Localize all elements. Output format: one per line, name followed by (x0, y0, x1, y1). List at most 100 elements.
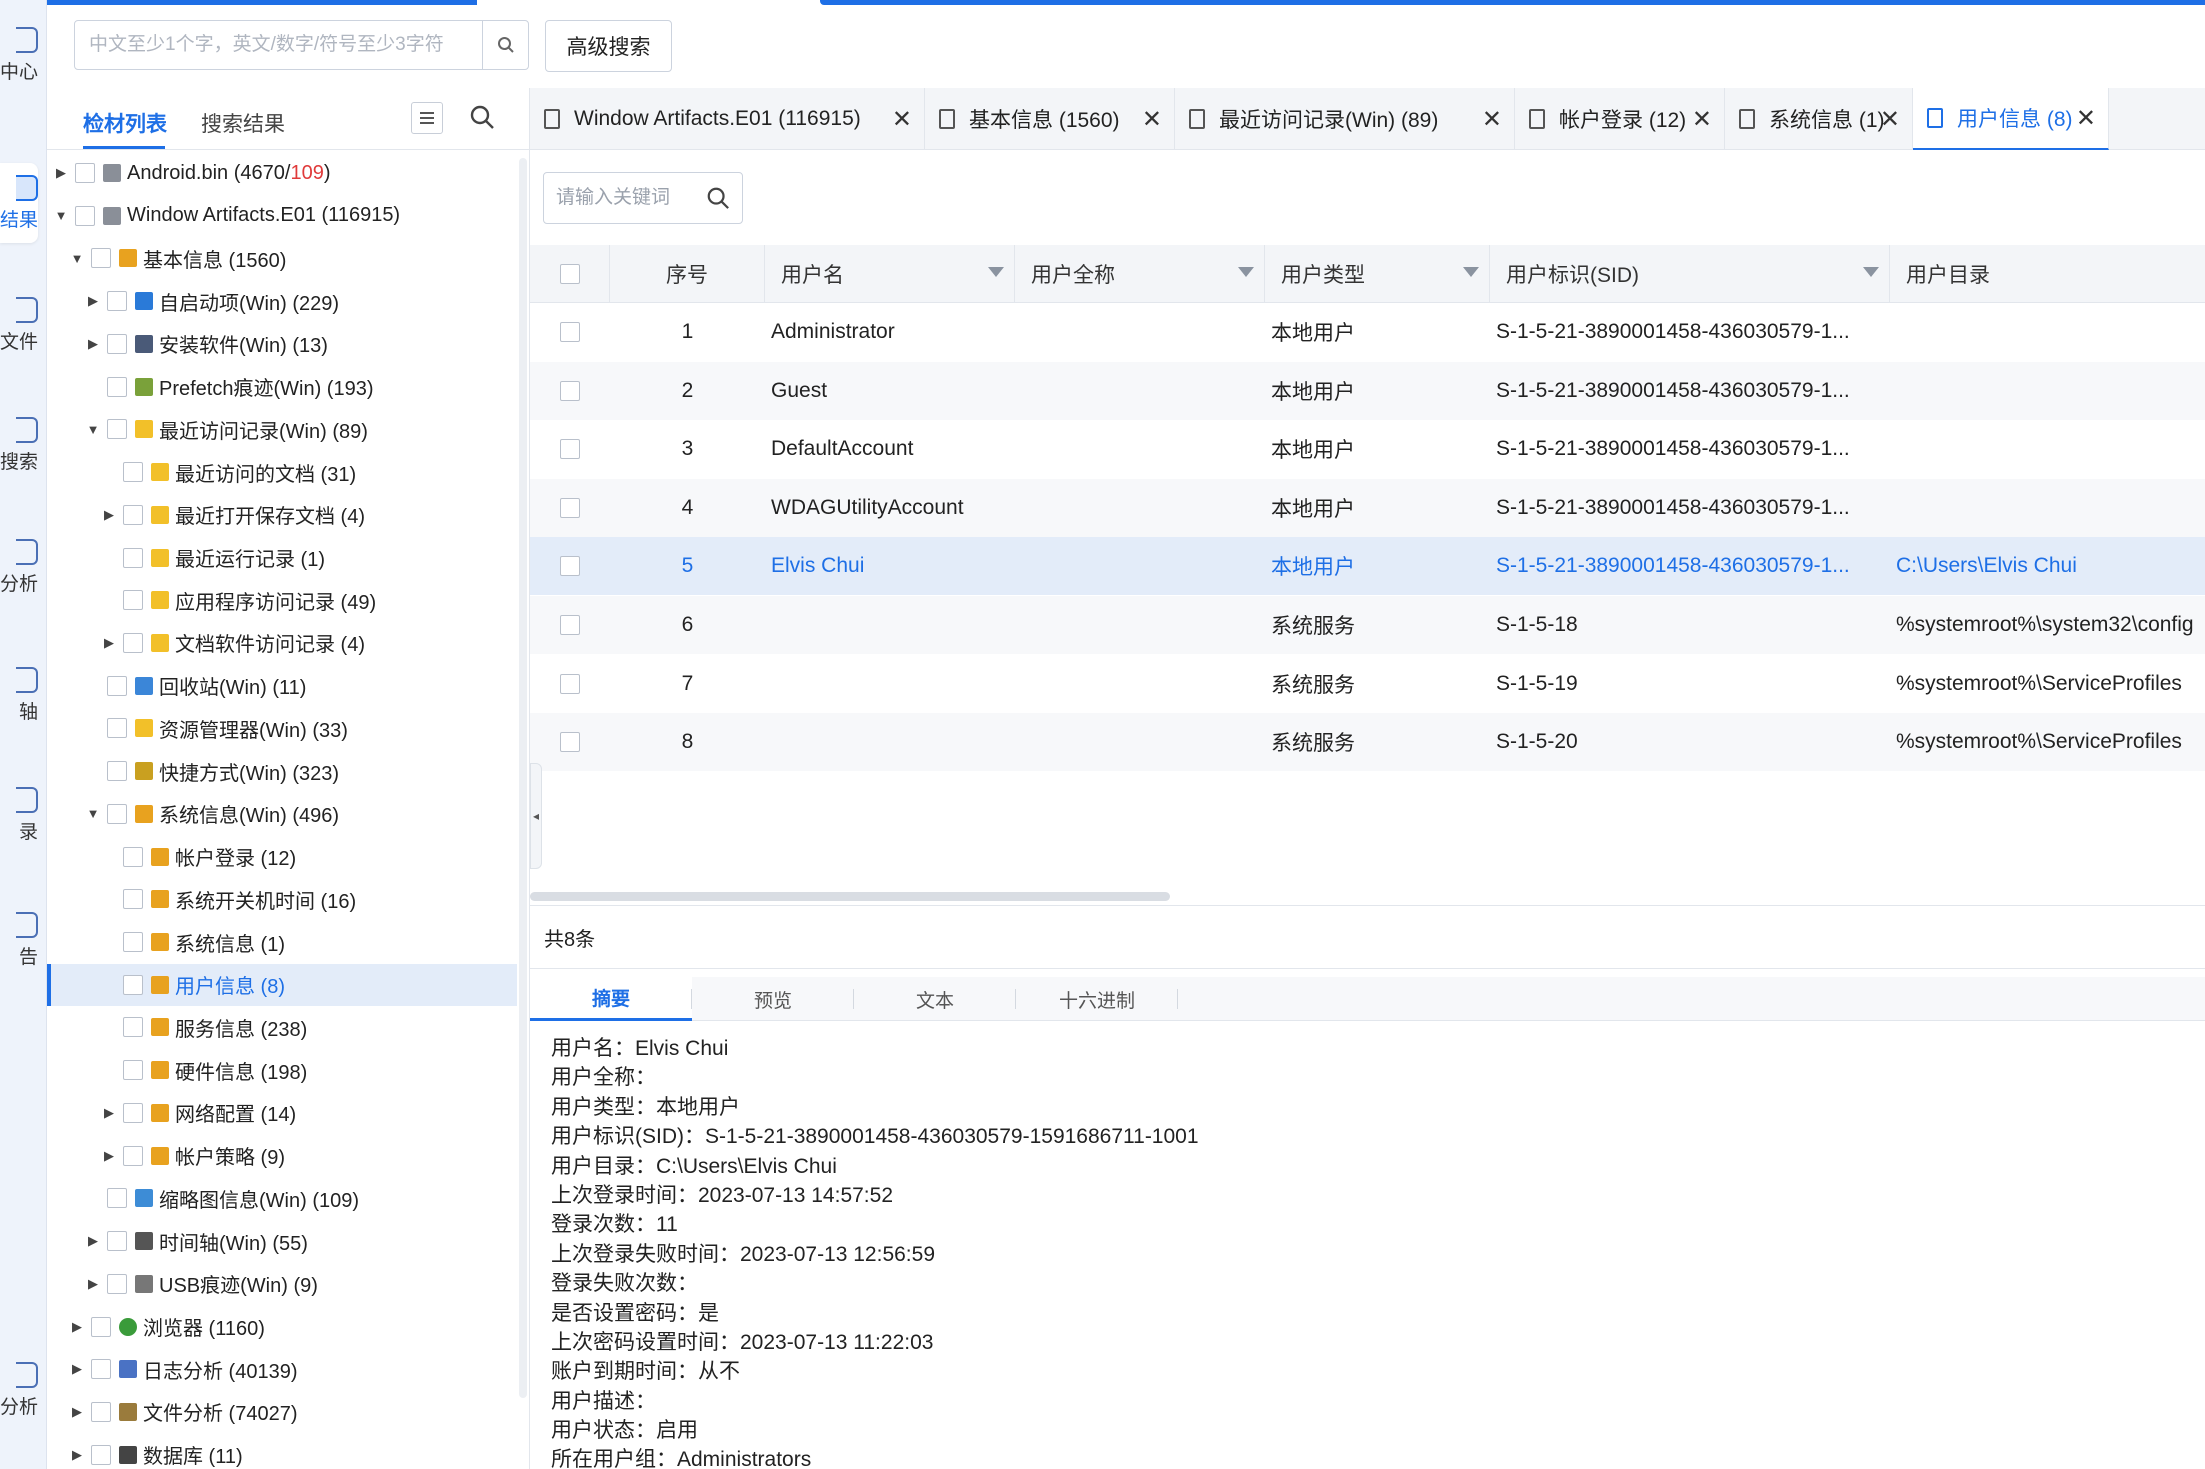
tree-checkbox[interactable] (123, 1017, 143, 1038)
table-row[interactable]: 5 Elvis Chui 本地用户 S-1-5-21-3890001458-43603… (530, 537, 2205, 596)
chevron-right-icon[interactable]: ▶ (101, 507, 117, 523)
tree-checkbox[interactable] (107, 1231, 127, 1252)
tree-checkbox[interactable] (91, 1359, 111, 1380)
tree-node[interactable]: 帐户登录 (12) (47, 836, 517, 878)
chevron-right-icon[interactable]: ▶ (69, 1319, 85, 1335)
tree-checkbox[interactable] (107, 1188, 127, 1209)
tree-checkbox[interactable] (107, 376, 127, 397)
tree-checkbox[interactable] (107, 291, 127, 312)
tree-checkbox[interactable] (123, 974, 143, 995)
tree-node[interactable]: ▶ 数据库 (11) (47, 1434, 517, 1469)
row-checkbox[interactable] (560, 732, 580, 753)
collapse-panel-handle[interactable]: ◂ (530, 763, 542, 869)
tree-checkbox[interactable] (123, 889, 143, 910)
tree-checkbox[interactable] (75, 163, 95, 183)
tree-checkbox[interactable] (123, 547, 143, 568)
tree-node[interactable]: 资源管理器(Win) (33) (47, 707, 517, 749)
filter-icon[interactable] (1463, 267, 1479, 277)
close-icon[interactable]: ✕ (1482, 105, 1502, 134)
row-checkbox[interactable] (560, 497, 580, 518)
tree-node[interactable]: ▼ 基本信息 (1560) (47, 237, 517, 279)
column-header[interactable]: 用户名 (765, 245, 1015, 303)
advanced-search-button[interactable]: 高级搜索 (545, 20, 672, 72)
tree-checkbox[interactable] (107, 675, 127, 696)
tab[interactable]: Window Artifacts.E01 (116915) ✕ (530, 88, 925, 150)
tree-checkbox[interactable] (107, 718, 127, 739)
rail-item[interactable]: 搜索 (0, 405, 38, 485)
chevron-right-icon[interactable]: ▶ (101, 1148, 117, 1164)
tree-checkbox[interactable] (123, 632, 143, 653)
chevron-down-icon[interactable]: ▼ (69, 250, 85, 266)
column-header[interactable]: 用户全称 (1015, 245, 1265, 303)
row-checkbox[interactable] (560, 615, 580, 635)
tree-checkbox[interactable] (123, 1060, 143, 1081)
close-icon[interactable]: ✕ (1880, 105, 1900, 134)
chevron-right-icon[interactable]: ▶ (85, 1233, 101, 1249)
tree-checkbox[interactable] (75, 205, 95, 226)
chevron-right-icon[interactable]: ▶ (101, 635, 117, 651)
rail-item[interactable]: 轴 (0, 655, 38, 735)
tree-node[interactable]: 最近运行记录 (1) (47, 537, 517, 579)
tree-checkbox[interactable] (123, 846, 143, 867)
tree-node[interactable]: ▼ 系统信息(Win) (496) (47, 793, 517, 835)
table-row[interactable]: 6 系统服务 S-1-5-18 %systemroot%\system32\confi… (530, 596, 2205, 654)
table-row[interactable]: 7 系统服务 S-1-5-19 %systemroot%\ServiceProfile… (530, 655, 2205, 713)
tree-checkbox[interactable] (107, 803, 127, 824)
tree-node[interactable]: ▶ 安装软件(Win) (13) (47, 323, 517, 365)
tree-node[interactable]: 硬件信息 (198) (47, 1049, 517, 1091)
tree-checkbox[interactable] (123, 590, 143, 611)
tree-node[interactable]: ▼ Window Artifacts.E01 (116915) (47, 195, 517, 237)
column-header[interactable]: 用户标识(SID) (1490, 245, 1890, 303)
list-menu-button[interactable] (411, 102, 443, 134)
tree-node[interactable]: ▶ 自启动项(Win) (229) (47, 280, 517, 322)
chevron-right-icon[interactable]: ▶ (85, 336, 101, 352)
column-header[interactable]: 用户目录 (1890, 245, 2205, 303)
table-row[interactable]: 1 Administrator 本地用户 S-1-5-21-3890001458-43… (530, 303, 2205, 361)
chevron-right-icon[interactable]: ▶ (69, 1447, 85, 1463)
detail-tab[interactable]: 十六进制 (1016, 977, 1178, 1021)
tree-scrollbar[interactable] (519, 158, 527, 1398)
tree-node[interactable]: Prefetch痕迹(Win) (193) (47, 366, 517, 408)
tab[interactable]: 基本信息 (1560) ✕ (925, 88, 1175, 150)
filter-icon[interactable] (1238, 267, 1254, 277)
chevron-right-icon[interactable]: ▶ (85, 293, 101, 309)
rail-item[interactable]: 录 (0, 775, 38, 855)
tree-node[interactable]: ▶ 最近打开保存文档 (4) (47, 494, 517, 536)
chevron-down-icon[interactable]: ▼ (85, 806, 101, 822)
global-search-button[interactable] (482, 21, 528, 69)
table-horizontal-scrollbar[interactable] (530, 892, 1170, 901)
table-row[interactable]: 8 系统服务 S-1-5-20 %systemroot%\ServiceProfile… (530, 713, 2205, 772)
tree-checkbox[interactable] (91, 1316, 111, 1337)
tree-checkbox[interactable] (91, 248, 111, 269)
tab[interactable]: 用户信息 (8) ✕ (1913, 88, 2109, 150)
tree-checkbox[interactable] (91, 1444, 111, 1465)
tree-checkbox[interactable] (123, 1102, 143, 1123)
tree-node[interactable]: ▶ 日志分析 (40139) (47, 1348, 517, 1390)
row-checkbox[interactable] (560, 380, 580, 401)
tree-node[interactable]: 系统信息 (1) (47, 921, 517, 963)
rail-item[interactable]: 结果 (0, 163, 38, 243)
tree-node[interactable]: ▶ Android.bin (4670/109) (47, 152, 517, 194)
tab-search-results[interactable]: 搜索结果 (201, 108, 285, 138)
filter-icon[interactable] (988, 267, 1004, 277)
tree-node[interactable]: 快捷方式(Win) (323) (47, 750, 517, 792)
tree-node[interactable]: 缩略图信息(Win) (109) (47, 1177, 517, 1219)
close-icon[interactable]: ✕ (2076, 104, 2096, 133)
rail-item[interactable]: 中心 (0, 15, 38, 95)
tree-node[interactable]: 服务信息 (238) (47, 1006, 517, 1048)
tree-node[interactable]: ▶ 网络配置 (14) (47, 1092, 517, 1134)
rail-item[interactable]: 文件 (0, 285, 38, 365)
tab[interactable]: 最近访问记录(Win) (89) ✕ (1175, 88, 1515, 150)
chevron-down-icon[interactable]: ▼ (53, 208, 69, 224)
tree-search-button[interactable] (469, 104, 495, 135)
tree-checkbox[interactable] (107, 761, 127, 782)
close-icon[interactable]: ✕ (1142, 105, 1162, 134)
tree-checkbox[interactable] (107, 333, 127, 354)
tree-node[interactable]: 用户信息 (8) (47, 963, 517, 1006)
tab-materials[interactable]: 检材列表 (83, 108, 167, 138)
tree-checkbox[interactable] (123, 1145, 143, 1166)
tree-node[interactable]: 回收站(Win) (11) (47, 665, 517, 707)
chevron-down-icon[interactable]: ▼ (85, 421, 101, 437)
tree-checkbox[interactable] (123, 932, 143, 952)
chevron-right-icon[interactable]: ▶ (69, 1361, 85, 1377)
